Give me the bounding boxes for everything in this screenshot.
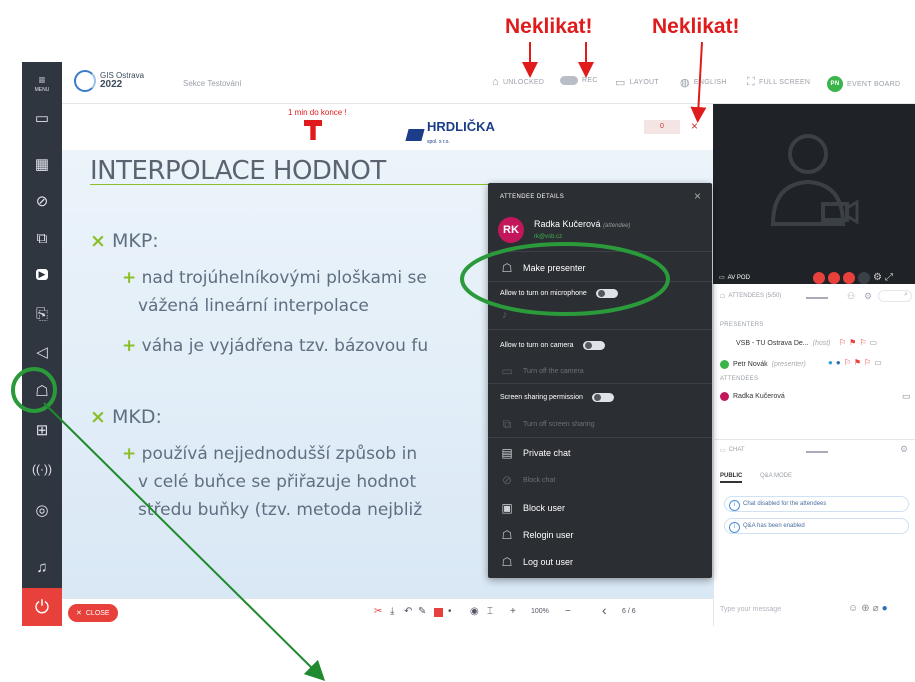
- red-arrow-3: [690, 41, 707, 123]
- green-highlight-ellipse: [460, 242, 670, 316]
- green-arrow: [43, 402, 326, 682]
- green-highlight-circle: [11, 367, 57, 413]
- annotation-overlay: [11, 41, 707, 682]
